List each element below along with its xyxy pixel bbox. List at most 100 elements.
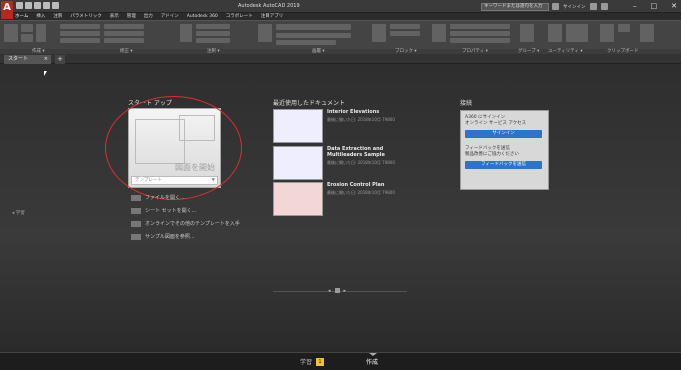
- save-icon[interactable]: [34, 2, 41, 9]
- measure-icon[interactable]: [548, 24, 562, 42]
- window-title: Autodesk AutoCAD 2019: [238, 3, 300, 9]
- line-tool-icon[interactable]: [4, 24, 18, 42]
- recent-document-title[interactable]: Erosion Control Plan: [327, 182, 417, 188]
- open-sheet-set-link[interactable]: シート セットを開く...: [131, 207, 196, 214]
- open-files-label[interactable]: ファイルを開く...: [145, 194, 185, 201]
- recent-document-title[interactable]: Interior Elevations: [327, 109, 417, 115]
- tab-home[interactable]: ホーム: [15, 13, 28, 20]
- block-create-icon[interactable]: [390, 24, 420, 29]
- title-bar: A Autodesk AutoCAD 2019 キーワードまたは語句を入力 サイ…: [0, 0, 681, 19]
- learn-tab-label[interactable]: 学習: [300, 357, 312, 366]
- copy-tool-icon[interactable]: [60, 31, 100, 36]
- utilities-icon[interactable]: [566, 24, 588, 42]
- recent-document-item[interactable]: Interior Elevations 最後に開いた日: 2018年10月 79…: [273, 109, 413, 143]
- new-file-icon[interactable]: [16, 2, 23, 9]
- notification-badge: 1: [316, 357, 325, 366]
- open-sheet-set-label[interactable]: シート セットを開く...: [145, 207, 196, 214]
- tab-annotate[interactable]: 注釈: [53, 13, 62, 20]
- stretch-tool-icon[interactable]: [60, 38, 100, 43]
- tab-addins[interactable]: アドイン: [161, 13, 179, 20]
- quick-access-toolbar: [16, 2, 59, 9]
- create-tab[interactable]: 作成: [366, 357, 378, 366]
- paste-icon[interactable]: [600, 24, 614, 42]
- user-icon: [552, 3, 559, 10]
- color-dropdown[interactable]: [450, 24, 510, 29]
- recent-document-meta: 最後に開いた日: 2018年10月 79800: [327, 160, 395, 165]
- layer-dropdown[interactable]: [276, 24, 351, 30]
- help-icon[interactable]: [600, 3, 608, 10]
- layer-tools-row[interactable]: [276, 33, 351, 38]
- open-files-link[interactable]: ファイルを開く...: [131, 194, 185, 201]
- folder-icon: [131, 194, 141, 201]
- sample-icon: [131, 233, 141, 240]
- recent-document-item[interactable]: Erosion Control Plan 最後に開いた日: 2018年10月 7…: [273, 182, 413, 216]
- polyline-tool-icon[interactable]: [21, 24, 33, 32]
- recent-document-meta: 最後に開いた日: 2018年10月 79800: [327, 117, 395, 122]
- tab-collaborate[interactable]: コラボレート: [226, 13, 253, 20]
- tab-output[interactable]: 出力: [144, 13, 153, 20]
- insert-block-icon[interactable]: [372, 24, 386, 42]
- signin-button[interactable]: サインイン: [465, 130, 542, 138]
- tab-view[interactable]: 表示: [110, 13, 119, 20]
- sample-drawings-label[interactable]: サンプル図面を参照...: [145, 233, 195, 240]
- rotate-tool-icon[interactable]: [104, 24, 144, 29]
- recent-document-item[interactable]: Data Extraction and Multileaders Sample …: [273, 146, 413, 180]
- table-tool-icon[interactable]: [196, 38, 230, 43]
- maximize-button[interactable]: □: [651, 2, 658, 10]
- linetype-dropdown[interactable]: [450, 31, 510, 36]
- sample-drawings-link[interactable]: サンプル図面を参照...: [131, 233, 195, 240]
- send-feedback-button[interactable]: フィードバックを送信: [465, 161, 542, 169]
- close-button[interactable]: ✕: [671, 2, 677, 10]
- sheet-set-icon: [131, 207, 141, 214]
- open-file-icon[interactable]: [25, 2, 32, 9]
- tab-featured-apps[interactable]: 注目アプリ: [261, 13, 284, 20]
- window-controls: – □ ✕: [633, 2, 677, 10]
- layer-tools-row-2[interactable]: [276, 40, 336, 45]
- match-properties-icon[interactable]: [432, 24, 446, 42]
- tab-parametric[interactable]: パラメトリック: [70, 13, 101, 20]
- ribbon-panel: 作成 ▾ 修正 ▾ 注釈 ▾ 画層 ▾ ブロック ▾ プロパティ ▾ グループ …: [0, 20, 681, 55]
- layer-properties-icon[interactable]: [258, 24, 272, 42]
- minimize-button[interactable]: –: [633, 2, 637, 10]
- search-input[interactable]: キーワードまたは語句を入力: [481, 3, 549, 11]
- block-edit-icon[interactable]: [390, 31, 420, 36]
- signin-label[interactable]: サインイン: [563, 4, 586, 10]
- page-indicator[interactable]: [334, 288, 340, 293]
- copy-clip-icon[interactable]: [618, 24, 630, 32]
- move-tool-icon[interactable]: [60, 24, 100, 29]
- circle-tool-icon[interactable]: [21, 34, 33, 42]
- learn-tab[interactable]: 学習 1: [300, 357, 325, 366]
- tab-a360[interactable]: Autodesk 360: [187, 13, 218, 20]
- document-thumbnail: [273, 146, 323, 180]
- group-icon[interactable]: [520, 24, 534, 42]
- dimension-tool-icon[interactable]: [196, 24, 230, 29]
- online-templates-label[interactable]: オンラインでその他のテンプレートを入手: [145, 220, 240, 227]
- tab-manage[interactable]: 管理: [127, 13, 136, 20]
- view-icon[interactable]: [640, 24, 654, 42]
- undo-icon[interactable]: [43, 2, 50, 9]
- active-tab-indicator-icon: [369, 353, 377, 356]
- learn-nav-arrow[interactable]: ◂ 学習: [12, 210, 25, 216]
- exchange-icon[interactable]: [589, 3, 597, 10]
- close-tab-icon[interactable]: ×: [44, 55, 48, 64]
- connect-heading: 接続: [460, 100, 473, 107]
- mirror-tool-icon[interactable]: [104, 31, 144, 36]
- next-page-icon[interactable]: ▸: [344, 288, 347, 294]
- arc-tool-icon[interactable]: [36, 24, 46, 42]
- prev-page-icon[interactable]: ◂: [328, 288, 331, 294]
- feedback-text: 製品改善にご協力ください: [465, 152, 519, 157]
- recent-document-title[interactable]: Data Extraction and Multileaders Sample: [327, 146, 417, 158]
- text-tool-icon[interactable]: [180, 24, 192, 42]
- start-page: ◂ 学習 スタート アップ 図面を開始 テンプレート ▼ ファイルを開く... …: [0, 64, 681, 352]
- leader-tool-icon[interactable]: [196, 31, 230, 36]
- online-templates-link[interactable]: オンラインでその他のテンプレートを入手: [131, 220, 240, 227]
- signin-area[interactable]: サインイン: [552, 3, 608, 10]
- new-tab-button[interactable]: +: [55, 55, 65, 64]
- application-menu-button[interactable]: A: [1, 1, 13, 19]
- redo-icon[interactable]: [52, 2, 59, 9]
- lineweight-dropdown[interactable]: [450, 38, 510, 43]
- scale-tool-icon[interactable]: [104, 38, 144, 43]
- tab-start[interactable]: スタート ×: [4, 55, 51, 64]
- tab-insert[interactable]: 挿入: [36, 13, 45, 20]
- connect-card: A360 にサインイン オンライン サービス アクセス サインイン フィードバッ…: [460, 110, 549, 190]
